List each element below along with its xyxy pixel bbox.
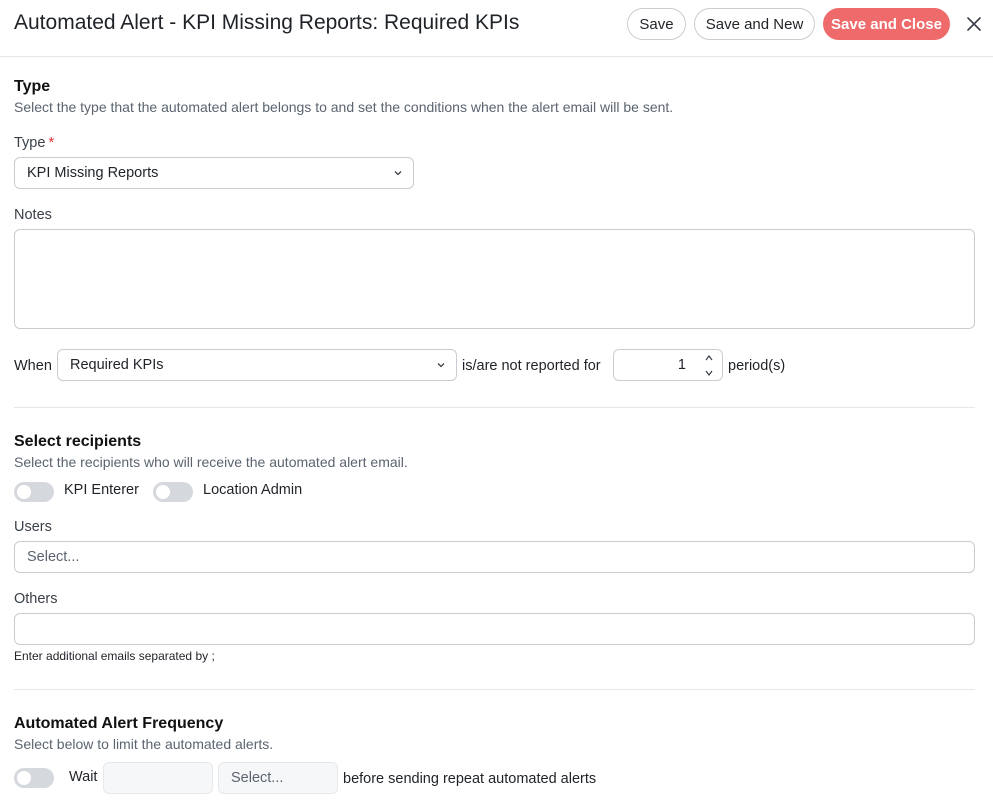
modal-header: Automated Alert - KPI Missing Reports: R… bbox=[0, 0, 993, 57]
periods-text: period(s) bbox=[728, 358, 786, 374]
when-select-value: Required KPIs bbox=[70, 357, 164, 373]
periods-number-input[interactable]: 1 bbox=[613, 349, 723, 381]
kpi-enterer-label: KPI Enterer bbox=[64, 482, 139, 498]
chevron-down-icon[interactable] bbox=[704, 369, 714, 377]
frequency-section-description: Select below to limit the automated aler… bbox=[14, 736, 274, 752]
close-icon[interactable] bbox=[962, 12, 986, 36]
type-section-title: Type bbox=[14, 78, 51, 95]
type-label: Type * bbox=[14, 135, 54, 151]
required-mark: * bbox=[48, 135, 55, 151]
type-label-text: Type bbox=[14, 135, 46, 151]
kpi-enterer-toggle[interactable] bbox=[14, 482, 54, 502]
type-select-value: KPI Missing Reports bbox=[27, 165, 159, 181]
type-section-description: Select the type that the automated alert… bbox=[14, 99, 674, 115]
type-select[interactable]: KPI Missing Reports bbox=[14, 157, 414, 189]
recipients-section-title: Select recipients bbox=[14, 433, 142, 450]
wait-amount-input[interactable] bbox=[103, 762, 213, 794]
save-button[interactable]: Save bbox=[627, 8, 686, 40]
chevron-up-icon[interactable] bbox=[704, 354, 714, 362]
chevron-down-icon bbox=[437, 363, 445, 368]
when-select[interactable]: Required KPIs bbox=[57, 349, 457, 381]
toggle-knob bbox=[17, 485, 31, 499]
location-admin-toggle[interactable] bbox=[153, 482, 193, 502]
save-and-new-button[interactable]: Save and New bbox=[694, 8, 815, 40]
section-divider bbox=[14, 689, 975, 690]
repeat-alerts-text: before sending repeat automated alerts bbox=[343, 771, 597, 787]
others-hint: Enter additional emails separated by ; bbox=[14, 649, 215, 663]
not-reported-text: is/are not reported for bbox=[462, 358, 601, 374]
wait-label: Wait bbox=[69, 769, 98, 785]
save-and-close-button[interactable]: Save and Close bbox=[823, 8, 950, 40]
location-admin-label: Location Admin bbox=[203, 482, 303, 498]
users-select[interactable]: Select... bbox=[14, 541, 975, 573]
notes-label: Notes bbox=[14, 207, 52, 223]
page-title: Automated Alert - KPI Missing Reports: R… bbox=[14, 11, 520, 34]
notes-textarea[interactable] bbox=[14, 229, 975, 329]
toggle-knob bbox=[17, 771, 31, 785]
toggle-knob bbox=[156, 485, 170, 499]
others-email-input[interactable] bbox=[14, 613, 975, 645]
when-label: When bbox=[14, 358, 52, 374]
chevron-down-icon bbox=[394, 171, 402, 176]
recipients-section-description: Select the recipients who will receive t… bbox=[14, 454, 408, 470]
others-label: Others bbox=[14, 591, 58, 607]
users-label: Users bbox=[14, 519, 52, 535]
wait-toggle[interactable] bbox=[14, 768, 54, 788]
frequency-section-title: Automated Alert Frequency bbox=[14, 715, 224, 732]
wait-unit-select[interactable]: Select... bbox=[218, 762, 338, 794]
periods-value: 1 bbox=[677, 357, 686, 373]
section-divider bbox=[14, 407, 975, 408]
